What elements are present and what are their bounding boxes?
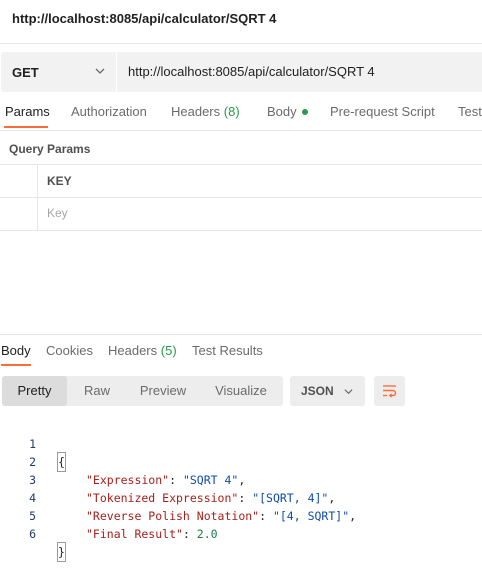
tab-headers[interactable]: Headers (8) xyxy=(171,104,240,119)
url-bar: GET http://localhost:8085/api/calculator… xyxy=(1,52,482,92)
response-divider xyxy=(0,334,482,335)
code-line: 4 "Reverse Polish Notation": "[4, SQRT]"… xyxy=(0,471,356,523)
json-value: 2.0 xyxy=(196,527,218,541)
response-tab-body-label: Body xyxy=(1,343,31,358)
active-tab-indicator xyxy=(4,126,48,128)
json-trailing-comma: , xyxy=(349,509,357,523)
json-key: "Reverse Polish Notation" xyxy=(86,509,260,523)
tab-params-label: Params xyxy=(5,104,50,119)
chevron-down-icon xyxy=(95,68,105,74)
close-brace: } xyxy=(57,542,66,562)
status-dot-icon xyxy=(301,108,308,115)
line-number: 6 xyxy=(29,527,36,541)
method-select[interactable]: GET xyxy=(1,52,116,92)
wrap-lines-button[interactable] xyxy=(374,376,405,406)
code-line: 3 "Tokenized Expression": "[SQRT, 4]", xyxy=(0,453,335,505)
tab-pre-request-script-label: Pre-request Script xyxy=(330,104,435,119)
response-tab-test-results-label: Test Results xyxy=(192,343,263,358)
tab-params[interactable]: Params xyxy=(5,104,50,119)
code-line: 6 } xyxy=(0,507,66,562)
json-value: "[4, SQRT]" xyxy=(272,509,350,523)
tab-pre-request-script[interactable]: Pre-request Script xyxy=(330,104,435,119)
code-line: 5 "Final Result": 2.0 xyxy=(0,489,218,541)
request-tabs: Params Authorization Headers (8) Body Pr… xyxy=(0,104,482,130)
table-header-border xyxy=(0,197,482,198)
json-value: "SQRT 4" xyxy=(182,473,239,487)
response-active-tab-indicator xyxy=(1,364,31,366)
query-params-title: Query Params xyxy=(9,142,91,156)
table-column-divider xyxy=(37,164,38,230)
json-key: "Expression" xyxy=(86,473,170,487)
open-brace: { xyxy=(57,452,66,472)
tab-authorization-label: Authorization xyxy=(71,104,147,119)
view-raw-button[interactable]: Raw xyxy=(67,376,127,406)
url-input[interactable]: http://localhost:8085/api/calculator/SQR… xyxy=(128,64,375,79)
table-bottom-border xyxy=(0,230,482,231)
response-tab-cookies-label: Cookies xyxy=(46,343,93,358)
table-top-border xyxy=(0,164,482,165)
json-value: "[SQRT, 4]" xyxy=(252,491,329,505)
view-visualize-button[interactable]: Visualize xyxy=(199,376,283,406)
response-tab-headers-count: (5) xyxy=(160,343,177,358)
tab-headers-label: Headers xyxy=(171,104,221,119)
view-preview-button[interactable]: Preview xyxy=(127,376,199,406)
response-tab-cookies[interactable]: Cookies xyxy=(46,343,93,358)
chevron-down-icon xyxy=(344,389,353,395)
tab-headers-count: (8) xyxy=(223,104,240,119)
format-label: JSON xyxy=(301,384,334,398)
response-tab-body[interactable]: Body xyxy=(1,343,31,358)
json-key: "Final Result" xyxy=(86,527,183,541)
tabs-divider xyxy=(0,130,482,131)
response-tab-headers[interactable]: Headers (5) xyxy=(108,343,177,358)
wrap-lines-icon xyxy=(383,385,397,398)
request-title: http://localhost:8085/api/calculator/SQR… xyxy=(12,11,277,26)
json-trailing-comma: , xyxy=(328,491,336,505)
url-separator xyxy=(116,52,117,92)
tab-body[interactable]: Body xyxy=(267,104,308,119)
method-label: GET xyxy=(12,64,39,80)
code-line: 1 { xyxy=(0,417,66,472)
code-line: 2 "Expression": "SQRT 4", xyxy=(0,435,245,487)
response-tabs: Body Cookies Headers (5) Test Results xyxy=(0,343,482,365)
header-divider xyxy=(0,43,482,44)
tab-tests-label: Test xyxy=(458,104,482,119)
response-tab-headers-label: Headers xyxy=(108,343,158,358)
view-mode-group: Pretty Raw Preview Visualize xyxy=(2,376,283,406)
tab-tests[interactable]: Test xyxy=(458,104,482,119)
view-pretty-button[interactable]: Pretty xyxy=(2,376,67,406)
format-select[interactable]: JSON xyxy=(290,376,365,406)
tab-authorization[interactable]: Authorization xyxy=(71,104,147,119)
key-input[interactable]: Key xyxy=(47,206,68,220)
json-key: "Tokenized Expression" xyxy=(86,491,239,505)
response-tab-test-results[interactable]: Test Results xyxy=(192,343,263,358)
tab-body-label: Body xyxy=(267,104,297,119)
key-column-header: KEY xyxy=(47,174,72,188)
json-trailing-comma: , xyxy=(238,473,246,487)
